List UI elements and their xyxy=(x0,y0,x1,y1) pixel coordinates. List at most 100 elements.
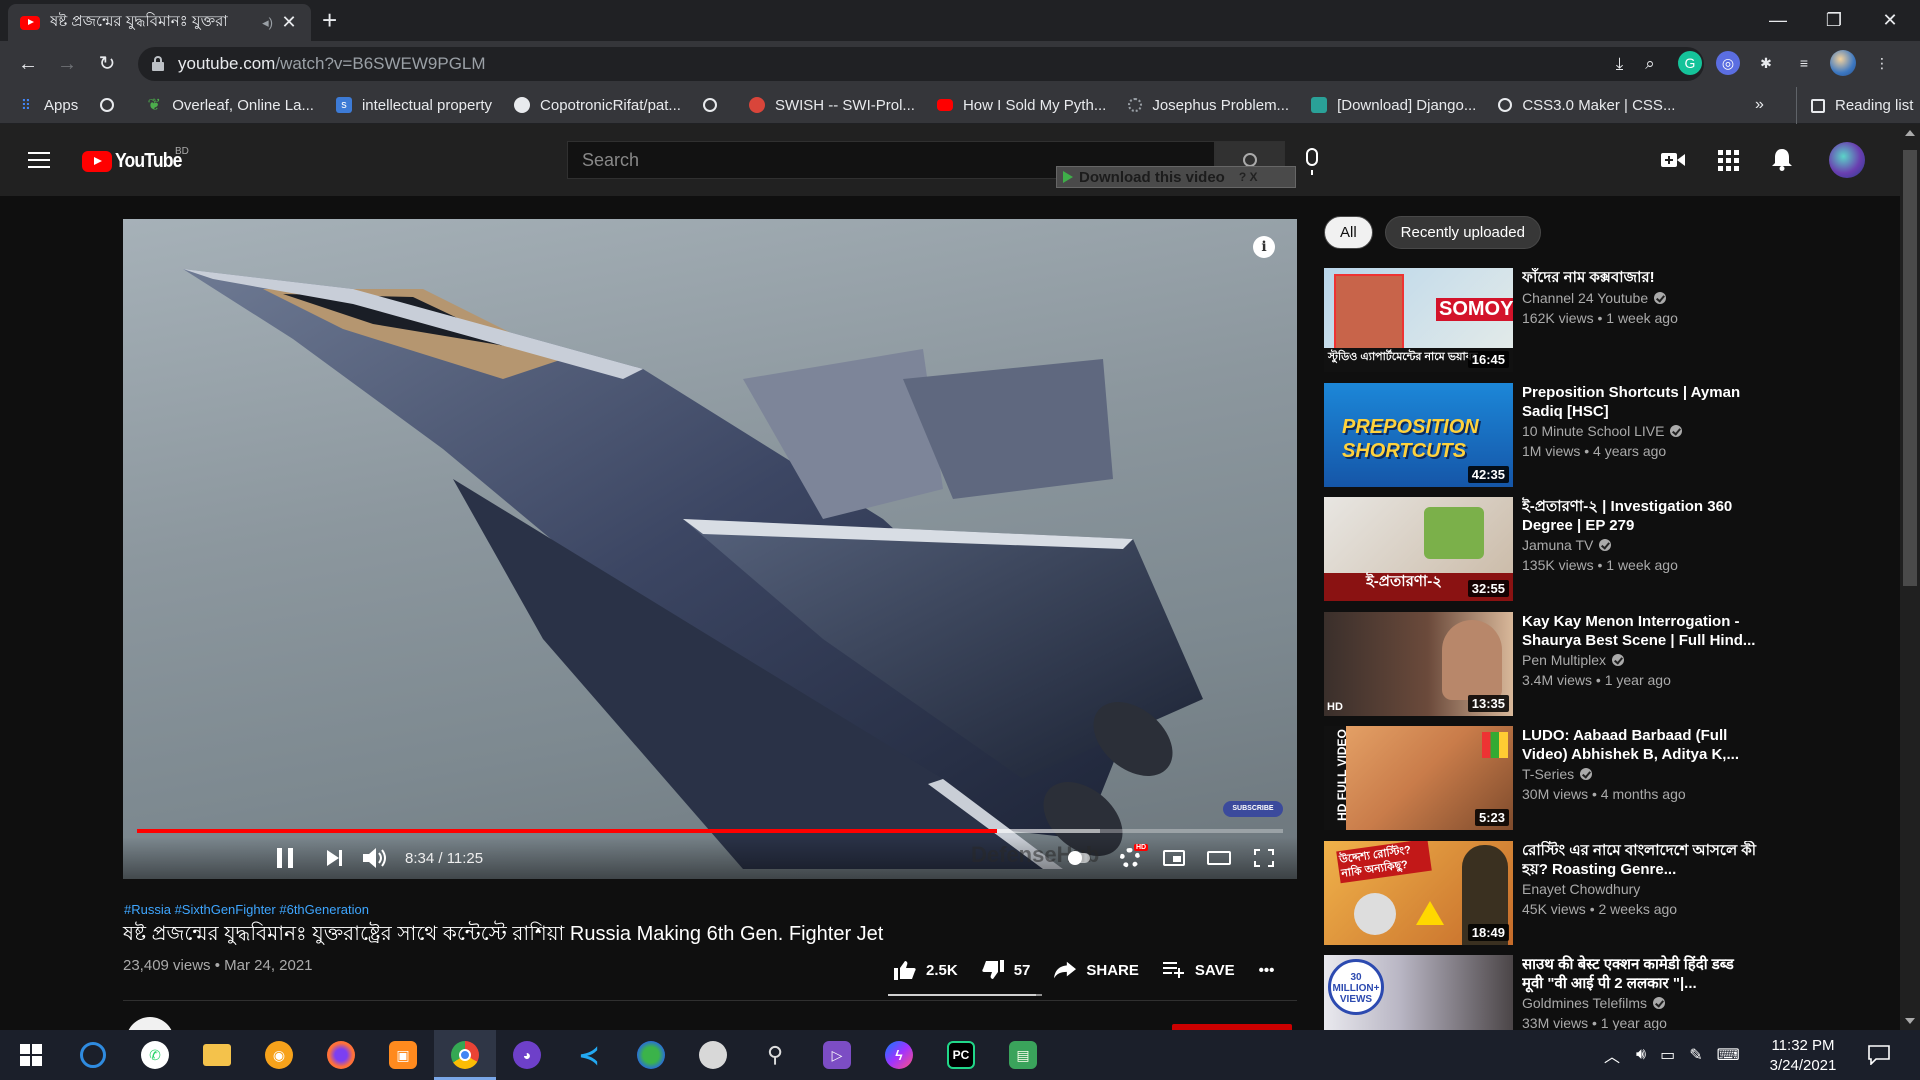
taskbar-visual-studio[interactable]: ▷ xyxy=(806,1030,868,1080)
video-thumbnail[interactable]: 30 MILLION+ VIEWS xyxy=(1324,955,1513,1030)
youtube-logo[interactable]: YouTube BD xyxy=(82,146,191,173)
reading-list-button[interactable]: Reading list xyxy=(1796,87,1913,124)
bookmark-josephus[interactable]: Josephus Problem... xyxy=(1128,97,1289,114)
system-clock[interactable]: 11:32 PM 3/24/2021 xyxy=(1758,1036,1848,1076)
account-avatar[interactable] xyxy=(1829,142,1865,178)
download-video-button[interactable]: Download this video ? X xyxy=(1056,166,1296,188)
media-control-icon[interactable]: ≡ xyxy=(1792,51,1816,75)
taskbar-search-app[interactable] xyxy=(62,1030,124,1080)
recommendation-item[interactable]: SOMOY স্টুডিও এ্যাপার্টমেন্টের নামে ভয়া… xyxy=(1324,268,1844,372)
zoom-icon[interactable]: ⌕ xyxy=(1645,54,1655,74)
chip-all[interactable]: All xyxy=(1324,216,1373,249)
scrollbar-thumb[interactable] xyxy=(1903,150,1917,586)
profile-avatar[interactable] xyxy=(1830,50,1856,76)
info-icon[interactable]: i xyxy=(1253,236,1275,258)
install-app-icon[interactable]: ⤓ xyxy=(1616,54,1624,74)
taskbar-file-explorer[interactable] xyxy=(186,1030,248,1080)
keyboard-icon[interactable]: ⌨ xyxy=(1717,1045,1740,1065)
save-button[interactable]: SAVE xyxy=(1162,959,1235,981)
pause-button[interactable] xyxy=(271,837,299,879)
scroll-up-icon[interactable] xyxy=(1905,130,1915,136)
volume-tray-icon[interactable]: 🔊︎ xyxy=(1636,1046,1646,1064)
taskbar-chrome[interactable] xyxy=(434,1030,496,1080)
page-scrollbar[interactable] xyxy=(1900,124,1920,1030)
grammarly-extension-icon[interactable]: G xyxy=(1678,51,1702,75)
taskbar-app[interactable]: ▣ xyxy=(372,1030,434,1080)
video-thumbnail[interactable]: ই-প্রতারণা-২ 32:55 xyxy=(1324,497,1513,601)
back-button[interactable]: ← xyxy=(14,50,42,78)
recommendation-item[interactable]: ই-প্রতারণা-২ 32:55 ই-প্রতারণা-২ | Invest… xyxy=(1324,497,1844,601)
notifications-bell-icon[interactable] xyxy=(1769,148,1795,172)
recommendation-item[interactable]: HD 13:35 Kay Kay Menon Interrogation - S… xyxy=(1324,612,1844,716)
bookmark-github[interactable]: CopotronicRifat/pat... xyxy=(514,97,681,114)
taskbar-vscode[interactable]: ≺ xyxy=(558,1030,620,1080)
window-close-button[interactable]: ✕ xyxy=(1862,0,1918,41)
start-button[interactable] xyxy=(0,1030,62,1080)
taskbar-brave[interactable]: ◉ xyxy=(248,1030,310,1080)
guide-menu-icon[interactable] xyxy=(28,152,50,168)
video-thumbnail[interactable]: SOMOY স্টুডিও এ্যাপার্টমেন্টের নামে ভয়া… xyxy=(1324,268,1513,372)
download-help-close[interactable]: ? X xyxy=(1239,170,1258,184)
tab-close-icon[interactable]: ✕ xyxy=(279,12,299,33)
bookmark-overleaf[interactable]: ❦ Overleaf, Online La... xyxy=(146,97,314,115)
apps-icon[interactable] xyxy=(1715,148,1741,172)
pen-icon[interactable]: ✎ xyxy=(1689,1045,1702,1065)
reload-button[interactable]: ↻ xyxy=(93,50,121,78)
autoplay-toggle[interactable] xyxy=(1061,837,1097,879)
bookmarks-overflow-button[interactable]: » xyxy=(1755,96,1764,114)
bookmark-swish[interactable]: SWISH -- SWI-Prol... xyxy=(748,97,915,114)
taskbar-app[interactable] xyxy=(682,1030,744,1080)
voice-search-icon[interactable] xyxy=(1306,148,1318,175)
create-video-icon[interactable] xyxy=(1660,148,1686,172)
bookmark-apps[interactable]: ⠿ Apps xyxy=(18,97,78,114)
theater-mode-button[interactable] xyxy=(1203,837,1235,879)
more-actions-button[interactable]: ••• xyxy=(1259,962,1275,979)
forward-button[interactable]: → xyxy=(53,50,81,78)
bookmark-youtube[interactable]: How I Sold My Pyth... xyxy=(936,97,1106,114)
recommendation-item[interactable]: উদ্দেশ্য রোস্টিং? নাকি অন্যকিছু? 18:49 র… xyxy=(1324,841,1844,945)
bookmark-django[interactable]: [Download] Django... xyxy=(1311,97,1476,114)
next-button[interactable] xyxy=(321,837,345,879)
taskbar-firefox[interactable] xyxy=(310,1030,372,1080)
window-restore-button[interactable]: ❐ xyxy=(1806,0,1862,41)
tray-chevron-icon[interactable]: ︿ xyxy=(1604,1043,1620,1067)
notifications-button[interactable] xyxy=(1868,1030,1890,1080)
extensions-puzzle-icon[interactable]: ✱ xyxy=(1754,51,1778,75)
progress-bar[interactable] xyxy=(137,829,1283,833)
browser-tab-active[interactable]: ষষ্ট প্রজন্মের যুদ্ধবিমানঃ যুক্তরা ◂) ✕ xyxy=(8,4,311,41)
video-thumbnail[interactable]: HD FULL VIDEO 5:23 xyxy=(1324,726,1513,830)
video-hashtags[interactable]: #Russia #SixthGenFighter #6thGeneration xyxy=(124,902,369,917)
taskbar-github-desktop[interactable]: ◕ xyxy=(496,1030,558,1080)
volume-button[interactable] xyxy=(361,837,391,879)
chrome-menu-icon[interactable]: ⋮ xyxy=(1870,51,1894,75)
network-icon[interactable]: ▭ xyxy=(1660,1045,1675,1065)
window-minimize-button[interactable]: — xyxy=(1750,0,1806,41)
chip-recently-uploaded[interactable]: Recently uploaded xyxy=(1384,216,1541,249)
video-thumbnail[interactable]: PREPOSITION SHORTCUTS 42:35 xyxy=(1324,383,1513,487)
dislike-button[interactable]: 57 xyxy=(982,959,1030,981)
tab-audio-icon[interactable]: ◂) xyxy=(262,15,273,31)
bookmark-intellectual-property[interactable]: s intellectual property xyxy=(335,97,492,114)
recommendation-item[interactable]: 30 MILLION+ VIEWS साउथ की बेस्ट एक्शन का… xyxy=(1324,955,1844,1030)
video-player[interactable]: i SUBSCRIBE 8:34 / 11:25 DefenseHub HD xyxy=(123,219,1297,879)
address-bar[interactable]: youtube.com/watch?v=B6SWEW9PGLM ⤓ ⌕ ☆ xyxy=(138,47,1704,81)
like-button[interactable]: 2.5K xyxy=(894,959,958,981)
video-thumbnail[interactable]: HD 13:35 xyxy=(1324,612,1513,716)
bookmark-css3-maker[interactable]: CSS3.0 Maker | CSS... xyxy=(1498,97,1675,114)
taskbar-app[interactable]: ▤ xyxy=(992,1030,1054,1080)
new-tab-button[interactable]: + xyxy=(322,6,337,34)
extension-icon[interactable]: ◎ xyxy=(1716,51,1740,75)
taskbar-app[interactable] xyxy=(620,1030,682,1080)
miniplayer-button[interactable] xyxy=(1159,837,1189,879)
share-button[interactable]: SHARE xyxy=(1054,959,1139,981)
video-thumbnail[interactable]: উদ্দেশ্য রোস্টিং? নাকি অন্যকিছু? 18:49 xyxy=(1324,841,1513,945)
recommendation-item[interactable]: PREPOSITION SHORTCUTS 42:35 Preposition … xyxy=(1324,383,1844,487)
bookmark-globe-2[interactable] xyxy=(702,98,727,112)
scroll-down-icon[interactable] xyxy=(1905,1018,1915,1024)
taskbar-whatsapp[interactable]: ✆ xyxy=(124,1030,186,1080)
recommendation-item[interactable]: HD FULL VIDEO 5:23 LUDO: Aabaad Barbaad … xyxy=(1324,726,1844,830)
subscribe-watermark[interactable]: SUBSCRIBE xyxy=(1223,801,1283,817)
taskbar-pycharm[interactable]: PC xyxy=(930,1030,992,1080)
bookmark-globe[interactable] xyxy=(100,98,124,112)
fullscreen-button[interactable] xyxy=(1249,837,1279,879)
